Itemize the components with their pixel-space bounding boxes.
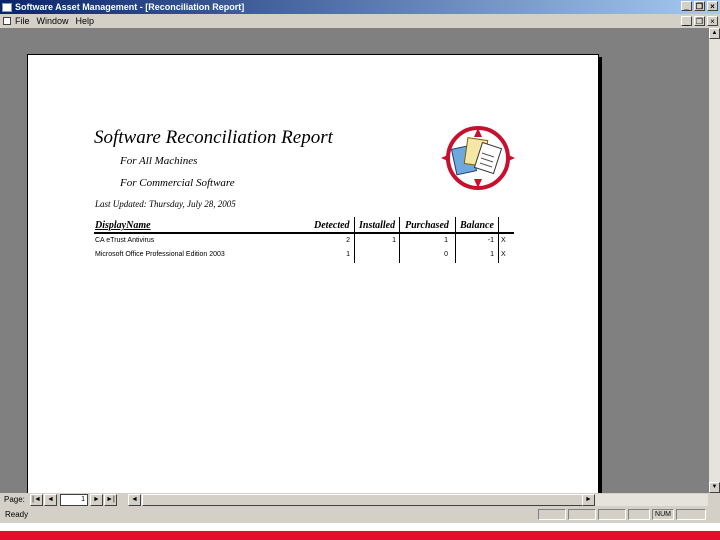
row-1-balance: -1	[487, 237, 494, 244]
num-lock-indicator: NUM	[652, 509, 674, 520]
scroll-right-icon[interactable]: ►	[582, 494, 595, 506]
scroll-down-icon[interactable]: ▼	[709, 482, 720, 493]
horizontal-scrollbar[interactable]: ◄ ►	[128, 494, 708, 506]
column-header-detected: Detected	[314, 220, 350, 231]
close-button[interactable]: ×	[707, 1, 718, 11]
footer-red-line	[0, 531, 720, 540]
scroll-up-icon[interactable]: ▲	[709, 28, 720, 39]
report-title: Software Reconciliation Report	[94, 127, 333, 148]
minimize-button[interactable]: _	[681, 1, 692, 11]
menu-help[interactable]: Help	[76, 16, 95, 26]
doc-minimize-button[interactable]: _	[681, 16, 692, 26]
menu-file[interactable]: File	[15, 16, 30, 26]
next-page-button[interactable]: ►	[90, 494, 103, 506]
document-icon[interactable]	[3, 17, 11, 25]
window-controls: _ ❐ ×	[681, 1, 718, 11]
report-subtitle-machines: For All Machines	[120, 155, 198, 167]
window-titlebar: Software Asset Management - [Reconciliat…	[0, 0, 720, 14]
column-divider	[399, 217, 400, 263]
maximize-button[interactable]: ❐	[694, 1, 705, 11]
row-2-flag: X	[501, 251, 506, 258]
scroll-left-icon[interactable]: ◄	[128, 494, 141, 506]
window-title: Software Asset Management - [Reconciliat…	[15, 2, 245, 12]
status-panel	[568, 509, 596, 520]
status-panel	[676, 509, 706, 520]
report-page: Software Reconciliation Report For All M…	[27, 54, 599, 495]
last-page-button[interactable]: ►|	[104, 494, 117, 506]
header-rule	[94, 232, 514, 234]
status-bar: Ready NUM	[0, 507, 720, 523]
navigation-bar: Page: |◄ ◄ 1 ► ►| ◄ ►	[0, 493, 720, 507]
row-1-purchased: 1	[444, 237, 448, 244]
column-divider	[455, 217, 456, 263]
horizontal-scroll-thumb[interactable]	[142, 494, 584, 506]
previous-page-button[interactable]: ◄	[44, 494, 57, 506]
footer-band	[0, 523, 720, 540]
row-2-purchased: 0	[444, 251, 448, 258]
row-2-balance: 1	[490, 251, 494, 258]
menu-bar: File Window Help _ ❐ ×	[0, 14, 720, 28]
column-header-purchased: Purchased	[405, 220, 449, 231]
column-header-installed: Installed	[359, 220, 396, 231]
page-number-input[interactable]: 1	[60, 494, 88, 506]
row-2-detected: 1	[346, 251, 350, 258]
document-controls: _ ❐ ×	[681, 16, 718, 26]
report-clipart-icon	[441, 126, 515, 190]
row-1-detected: 2	[346, 237, 350, 244]
status-text: Ready	[5, 510, 29, 519]
column-header-displayname: DisplayName	[95, 220, 151, 231]
status-panel	[628, 509, 650, 520]
doc-restore-button[interactable]: ❐	[694, 16, 705, 26]
doc-close-button[interactable]: ×	[707, 16, 718, 26]
page-label: Page:	[4, 495, 25, 504]
row-1-flag: X	[501, 237, 506, 244]
column-header-balance: Balance	[460, 220, 494, 231]
column-divider	[354, 217, 355, 263]
status-panel	[538, 509, 566, 520]
last-updated: Last Updated: Thursday, July 28, 2005	[95, 199, 236, 209]
column-divider	[498, 217, 499, 263]
first-page-button[interactable]: |◄	[30, 494, 43, 506]
menu-window[interactable]: Window	[37, 16, 69, 26]
status-panel	[598, 509, 626, 520]
row-1-installed: 1	[392, 237, 396, 244]
row-1-name: CA eTrust Antivirus	[95, 237, 155, 244]
vertical-scrollbar[interactable]: ▲ ▼	[709, 28, 720, 493]
report-subtitle-software: For Commercial Software	[120, 177, 235, 189]
app-icon[interactable]	[2, 2, 12, 12]
row-2-name: Microsoft Office Professional Edition 20…	[95, 251, 225, 258]
